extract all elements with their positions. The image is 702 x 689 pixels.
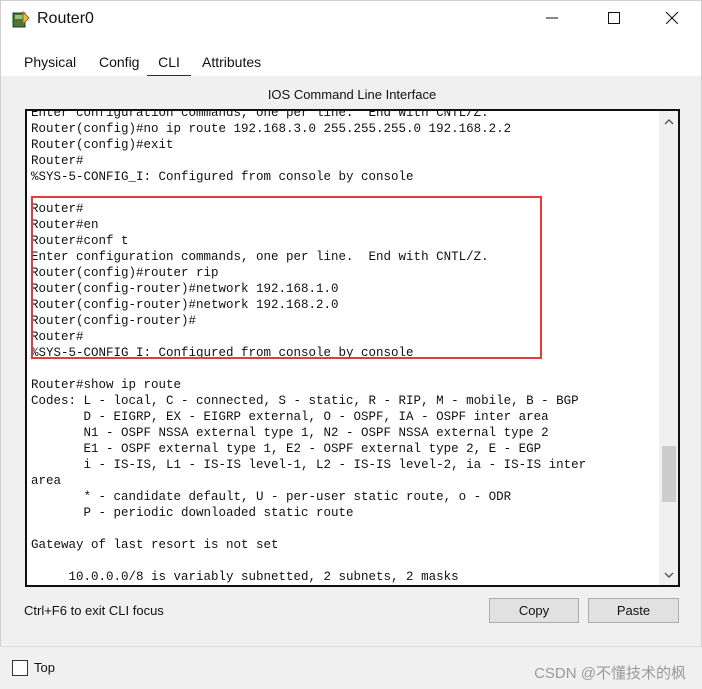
terminal-line: Router#show ip route [31, 378, 182, 392]
terminal-line: Router#en [31, 218, 99, 232]
close-icon [665, 11, 679, 29]
cli-panel: IOS Command Line Interface Enter configu… [0, 76, 702, 646]
terminal-line: Router# [31, 154, 84, 168]
terminal-line: D - EIGRP, EX - EIGRP external, O - OSPF… [31, 410, 549, 424]
terminal-line: Router(config-router)#network 192.168.1.… [31, 282, 339, 296]
terminal-line: Router(config-router)# [31, 314, 197, 328]
terminal-output[interactable]: Enter configuration commands, one per li… [31, 109, 655, 585]
top-label: Top [34, 660, 55, 675]
tab-attributes[interactable]: Attributes [202, 54, 261, 70]
terminal-line: Enter configuration commands, one per li… [31, 250, 489, 264]
tab-config[interactable]: Config [99, 54, 139, 70]
minimize-button[interactable] [529, 1, 575, 39]
copy-button[interactable]: Copy [489, 598, 579, 623]
terminal-line: %SYS-5-CONFIG_I: Configured from console… [31, 346, 414, 360]
terminal-line: 10.0.0.0/8 is variably subnetted, 2 subn… [31, 570, 459, 584]
watermark: CSDN @不懂技术的枫 [534, 665, 686, 682]
tab-physical[interactable]: Physical [24, 54, 76, 70]
terminal-line: Codes: L - local, C - connected, S - sta… [31, 394, 579, 408]
footer: Top CSDN @不懂技术的枫 [0, 646, 702, 689]
top-checkbox[interactable] [12, 660, 28, 676]
cli-title: IOS Command Line Interface [267, 87, 437, 102]
scroll-thumb[interactable] [662, 446, 676, 502]
scroll-up-button[interactable] [659, 111, 678, 131]
terminal-line: N1 - OSPF NSSA external type 1, N2 - OSP… [31, 426, 549, 440]
router-icon [11, 10, 31, 30]
maximize-icon [608, 11, 620, 29]
terminal-line: Router#conf t [31, 234, 129, 248]
maximize-button[interactable] [591, 1, 637, 39]
terminal-line: * - candidate default, U - per-user stat… [31, 490, 512, 504]
title-bar: Router0 [0, 0, 702, 38]
paste-button[interactable]: Paste [588, 598, 679, 623]
terminal-line: i - IS-IS, L1 - IS-IS level-1, L2 - IS-I… [31, 458, 587, 472]
scroll-down-button[interactable] [659, 565, 678, 585]
terminal-line: P - periodic downloaded static route [31, 506, 354, 520]
terminal-line: Router(config)#exit [31, 138, 174, 152]
terminal-line: E1 - OSPF external type 1, E2 - OSPF ext… [31, 442, 542, 456]
terminal-line: %SYS-5-CONFIG_I: Configured from console… [31, 170, 414, 184]
terminal-line: area [31, 474, 62, 488]
terminal-line: Router(config)#no ip route 192.168.3.0 2… [31, 122, 512, 136]
close-button[interactable] [649, 1, 695, 39]
scrollbar[interactable] [659, 111, 678, 585]
cli-focus-hint: Ctrl+F6 to exit CLI focus [24, 603, 164, 618]
chevron-up-icon [664, 112, 674, 130]
terminal[interactable]: Enter configuration commands, one per li… [25, 109, 680, 587]
terminal-line: Router# [31, 330, 84, 344]
terminal-line: Router# [31, 202, 84, 216]
window-title: Router0 [37, 10, 94, 27]
terminal-line: Enter configuration commands, one per li… [31, 109, 489, 120]
chevron-down-icon [664, 566, 674, 584]
tab-cli[interactable]: CLI [147, 54, 191, 78]
terminal-line: Router(config-router)#network 192.168.2.… [31, 298, 339, 312]
minimize-icon [546, 11, 558, 29]
terminal-line: Router(config)#router rip [31, 266, 219, 280]
terminal-line: Gateway of last resort is not set [31, 538, 279, 552]
tab-bar: Physical Config CLI Attributes [0, 38, 702, 78]
